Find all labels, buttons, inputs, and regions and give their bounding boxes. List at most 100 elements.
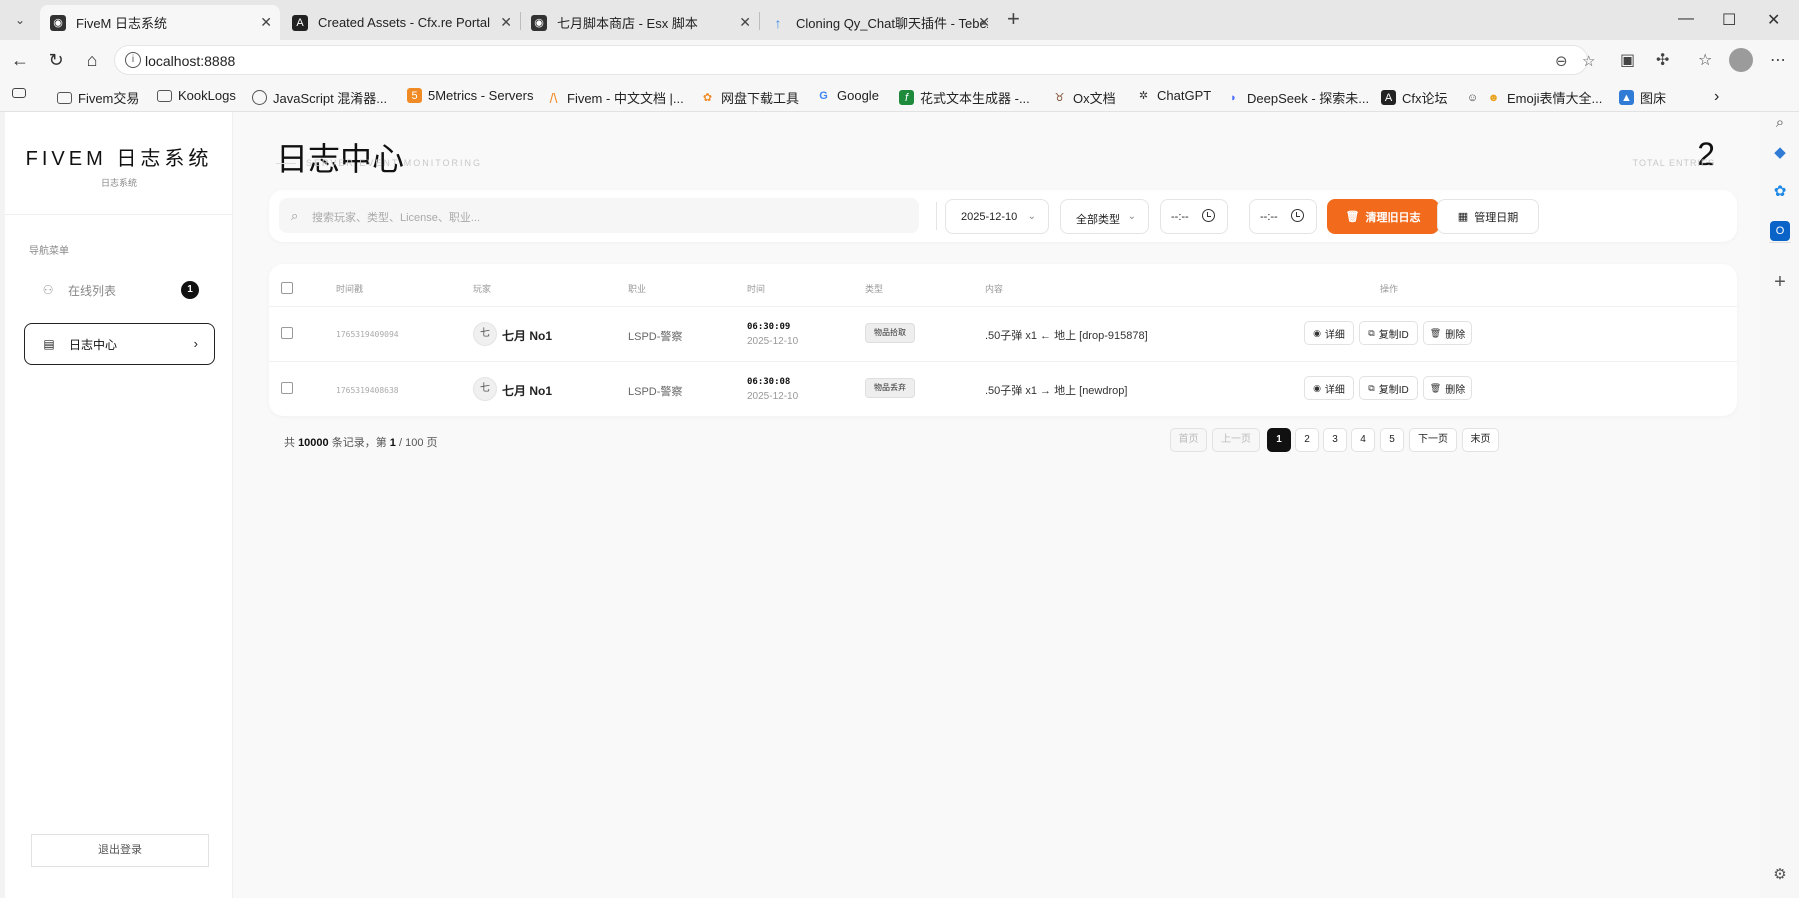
select-all-checkbox[interactable] [281, 282, 293, 294]
pagination-prefix: 共 [284, 437, 295, 449]
add-icon[interactable]: + [1770, 271, 1790, 293]
row-checkbox[interactable] [281, 327, 293, 339]
profile-avatar[interactable] [1729, 48, 1753, 72]
bookmarks-overflow-chevron-icon[interactable]: › [1714, 88, 1719, 106]
chevron-down-icon: ⌄ [1127, 211, 1136, 222]
address-bar[interactable]: i localhost:8888 ⊖ ☆ [114, 45, 1595, 75]
folder-icon [157, 89, 172, 102]
back-icon[interactable]: ← [8, 48, 32, 72]
tab-close-icon[interactable]: ✕ [978, 14, 990, 31]
bookmark-chatgpt[interactable]: ✲ ChatGPT [1136, 88, 1211, 103]
site-info-icon[interactable]: i [125, 52, 141, 68]
settings-gear-icon[interactable]: ⚙ [1770, 864, 1790, 884]
favorites-icon[interactable]: ☆ [1698, 50, 1712, 70]
date-select[interactable]: 2025-12-10 ⌄ [945, 199, 1049, 234]
page-button-5[interactable]: 5 [1380, 428, 1404, 452]
maximize-icon[interactable]: ☐ [1722, 10, 1736, 30]
tab-cfx-portal[interactable]: A Created Assets - Cfx.re Portal ✕ [282, 5, 520, 40]
sidebar-item-label: 在线列表 [68, 283, 117, 298]
sidebar-item-label: 日志中心 [69, 337, 118, 352]
manage-dates-button[interactable]: ▦ 管理日期 [1437, 199, 1539, 234]
tab-favicon-icon: A [292, 14, 308, 31]
detail-button[interactable]: ◉ 详细 [1304, 376, 1354, 400]
player-avatar: 七 [473, 377, 497, 401]
home-icon[interactable]: ⌂ [80, 48, 104, 72]
table-row-divider [269, 361, 1737, 362]
tab-close-icon[interactable]: ✕ [739, 14, 751, 31]
flower-icon: ✿ [702, 92, 713, 104]
extension-icon[interactable]: ▣ [1620, 50, 1635, 70]
more-menu-icon[interactable]: ⋯ [1770, 50, 1786, 70]
zoom-icon[interactable]: ⊖ [1555, 52, 1568, 70]
bookmark-ox-docs[interactable]: ♉ Ox文档 [1052, 88, 1116, 107]
bookmark-fivem-docs[interactable]: /\ Fivem - 中文文档 |... [546, 88, 684, 107]
bookmark-kooklogs[interactable]: KookLogs [157, 88, 236, 103]
page-button-3[interactable]: 3 [1323, 428, 1347, 452]
bookmark-cfx-forum[interactable]: A Cfx论坛 [1381, 88, 1448, 107]
sidebar-item-online-list[interactable]: ⚇ 在线列表 1 [24, 269, 215, 311]
page-button-2[interactable]: 2 [1295, 428, 1319, 452]
copy-icon: ⧉ [1368, 382, 1375, 393]
reload-icon[interactable]: ↻ [44, 48, 68, 72]
sidebar-item-log-center[interactable]: ▤ 日志中心 › [24, 323, 215, 365]
bookmark-deepseek[interactable]: ◗ DeepSeek - 探索未... [1226, 88, 1369, 107]
page-button-1[interactable]: 1 [1267, 428, 1291, 452]
bookmarks-toggle-icon[interactable] [12, 88, 32, 98]
first-page-button[interactable]: 首页 [1170, 428, 1207, 452]
browser-tab-bar: ⌄ ◉ FiveM 日志系统 ✕ A Created Assets - Cfx.… [0, 0, 1799, 40]
sidebar: FIVEM 日志系统 日志系统 导航菜单 ⚇ 在线列表 1 ▤ 日志中心 › 退… [5, 112, 233, 898]
bookmark-emoji[interactable]: ☺ ☻ Emoji表情大全... [1465, 88, 1602, 107]
row-checkbox[interactable] [281, 382, 293, 394]
image-icon: ▲ [1619, 90, 1634, 105]
column-header-timestamp: 时间戳 [336, 284, 364, 294]
detail-button[interactable]: ◉ 详细 [1304, 321, 1354, 345]
tab-script-shop[interactable]: ◉ 七月脚本商店 - Esx 脚本 ✕ [521, 5, 759, 40]
tab-actions-menu-button[interactable]: ⌄ [8, 8, 32, 32]
delete-button[interactable]: 🗑 删除 [1423, 321, 1472, 345]
bookmark-5metrics[interactable]: 5 5Metrics - Servers [407, 88, 533, 103]
logout-button[interactable]: 退出登录 [31, 834, 209, 867]
date-value: 2025-12-10 [961, 211, 1018, 223]
bookmark-js-obfuscator[interactable]: JavaScript 混淆器... [252, 88, 387, 107]
bookmark-google[interactable]: G Google [816, 88, 879, 103]
tab-fivem-logs[interactable]: ◉ FiveM 日志系统 ✕ [40, 5, 280, 40]
page-title: 日志中心 [276, 141, 405, 177]
delete-button[interactable]: 🗑 删除 [1423, 376, 1472, 400]
favorite-star-icon[interactable]: ☆ [1582, 52, 1595, 70]
bookmark-fivem-trade[interactable]: Fivem交易 [57, 88, 139, 107]
puzzle-extensions-icon[interactable]: ✣ [1656, 50, 1669, 70]
row-date: 2025-12-10 [747, 391, 799, 402]
bookmark-image-host[interactable]: ▲ 图床 [1619, 88, 1666, 107]
column-header-content: 内容 [985, 284, 1004, 294]
close-window-icon[interactable]: ✕ [1767, 10, 1780, 30]
clean-old-logs-button[interactable]: 🗑 清理旧日志 [1327, 199, 1439, 234]
page-button-4[interactable]: 4 [1351, 428, 1375, 452]
tab-tebex[interactable]: ↑ Cloning Qy_Chat聊天插件 - Tebex ✕ [760, 5, 998, 40]
prev-page-button[interactable]: 上一页 [1212, 428, 1260, 452]
last-page-button[interactable]: 末页 [1462, 428, 1499, 452]
search-input[interactable]: ⌕ 搜索玩家、类型、License、职业... [279, 198, 919, 233]
tab-close-icon[interactable]: ✕ [260, 14, 272, 31]
smiley-icon: ☺ [1466, 91, 1479, 104]
clock-icon[interactable] [1291, 209, 1304, 222]
row-date: 2025-12-10 [747, 336, 799, 347]
next-page-button[interactable]: 下一页 [1409, 428, 1457, 452]
bookmark-fancy-text[interactable]: f 花式文本生成器 -... [899, 88, 1030, 107]
new-tab-button[interactable]: + [1007, 8, 1020, 30]
shopping-tag-icon[interactable]: ◆ [1770, 142, 1790, 162]
page-subtitle-text: SERVER EVENT MONITORING [306, 158, 483, 168]
copilot-icon[interactable]: ✿ [1770, 181, 1790, 201]
search-icon: ⌕ [291, 208, 299, 223]
copy-id-button[interactable]: ⧉ 复制ID [1359, 376, 1418, 400]
end-time-input[interactable]: --:-- [1249, 199, 1317, 234]
search-icon[interactable]: ⌕ [1770, 112, 1790, 132]
start-time-input[interactable]: --:-- [1160, 199, 1228, 234]
type-select[interactable]: 全部类型 ⌄ [1060, 199, 1149, 234]
sidebar-divider [5, 214, 233, 215]
minimize-icon[interactable]: — [1678, 10, 1694, 28]
clock-icon[interactable] [1202, 209, 1215, 222]
bookmark-download-tool[interactable]: ✿ 网盘下载工具 [700, 88, 799, 107]
copy-id-button[interactable]: ⧉ 复制ID [1359, 321, 1418, 345]
tab-close-icon[interactable]: ✕ [500, 14, 512, 31]
outlook-icon[interactable]: O [1770, 221, 1790, 241]
